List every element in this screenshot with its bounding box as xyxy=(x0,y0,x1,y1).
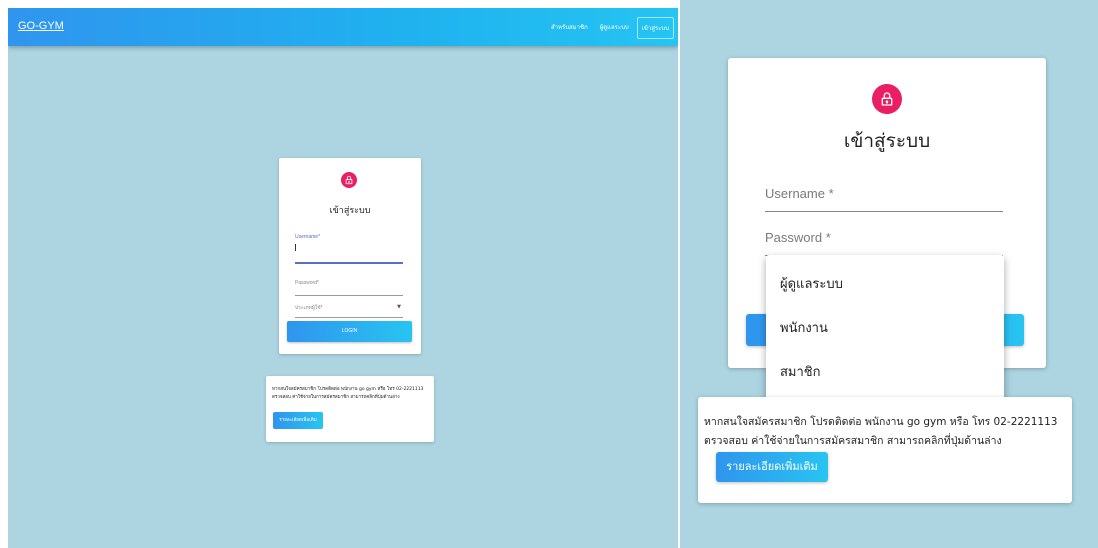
username-field[interactable]: Username* xyxy=(295,234,403,264)
membership-info-line1-zoomed: หากสนใจสมัครสมาชิก โปรดติดต่อ พนักงาน go… xyxy=(704,416,1058,428)
more-details-button[interactable]: รายละเอียดเพิ่มเติม xyxy=(273,412,323,429)
membership-info-line1: หากสนใจสมัครสมาชิก โปรดติดต่อ พนักงาน go… xyxy=(272,387,424,392)
membership-info-text: หากสนใจสมัครสมาชิก โปรดติดต่อ พนักงาน go… xyxy=(272,386,432,402)
dropdown-arrow-icon: ▼ xyxy=(397,304,401,310)
password-field[interactable]: Password* xyxy=(295,274,403,296)
option-member[interactable]: สมาชิก xyxy=(766,351,1004,395)
membership-info-card-zoomed: หากสนใจสมัครสมาชิก โปรดติดต่อ พนักงาน go… xyxy=(698,397,1072,503)
text-caret xyxy=(295,244,296,251)
membership-info-line2: ตรวจสอบ ค่าใช้จ่ายในการสมัครสมาชิก สามาร… xyxy=(272,395,400,400)
membership-info-card: หากสนใจสมัครสมาชิก โปรดติดต่อ พนักงาน go… xyxy=(266,376,434,442)
more-details-button-zoomed[interactable]: รายละเอียดเพิ่มเติม xyxy=(716,452,828,482)
nav-link-admin[interactable]: ผู้ดูแลระบบ xyxy=(596,17,633,39)
password-label: Password* xyxy=(295,280,319,286)
usertype-dropdown-menu: ผู้ดูแลระบบ พนักงาน สมาชิก xyxy=(766,255,1004,401)
nav-link-login[interactable]: เข้าสู่ระบบ xyxy=(636,17,674,39)
membership-info-line2-zoomed: ตรวจสอบ ค่าใช้จ่ายในการสมัครสมาชิก สามาร… xyxy=(704,435,1002,447)
login-card: เข้าสู่ระบบ Username* Password* ประเภทผู… xyxy=(279,158,421,354)
full-page-view: GO-GYM สำหรับสมาชิก ผู้ดูแลระบบ เข้าสู่ร… xyxy=(8,8,678,548)
username-label-zoomed: Username * xyxy=(765,186,834,201)
username-label: Username* xyxy=(295,234,321,240)
lock-icon xyxy=(872,84,902,114)
password-label-zoomed: Password * xyxy=(765,230,831,245)
nav-links: สำหรับสมาชิก ผู้ดูแลระบบ เข้าสู่ระบบ xyxy=(547,17,674,39)
login-button[interactable]: LOGIN xyxy=(287,321,412,342)
usertype-label: ประเภทผู้ใช้* xyxy=(295,305,323,311)
login-title-zoomed: เข้าสู่ระบบ xyxy=(843,130,931,152)
lock-icon xyxy=(341,172,357,188)
zoomed-view: เข้าสู่ระบบ Username * Password * ผู้ดูแ… xyxy=(680,0,1098,548)
app-bar: GO-GYM สำหรับสมาชิก ผู้ดูแลระบบ เข้าสู่ร… xyxy=(8,8,678,46)
password-field-zoomed[interactable]: Password * xyxy=(765,228,1003,256)
option-staff[interactable]: พนักงาน xyxy=(766,307,1004,351)
option-admin[interactable]: ผู้ดูแลระบบ xyxy=(766,263,1004,307)
login-title: เข้าสู่ระบบ xyxy=(329,206,371,216)
brand-link[interactable]: GO-GYM xyxy=(18,20,64,32)
nav-link-members[interactable]: สำหรับสมาชิก xyxy=(547,17,592,39)
username-field-zoomed[interactable]: Username * xyxy=(765,184,1003,212)
usertype-select[interactable]: ประเภทผู้ใช้* ▼ xyxy=(295,298,403,318)
membership-info-text-zoomed: หากสนใจสมัครสมาชิก โปรดติดต่อ พนักงาน go… xyxy=(704,413,1072,451)
